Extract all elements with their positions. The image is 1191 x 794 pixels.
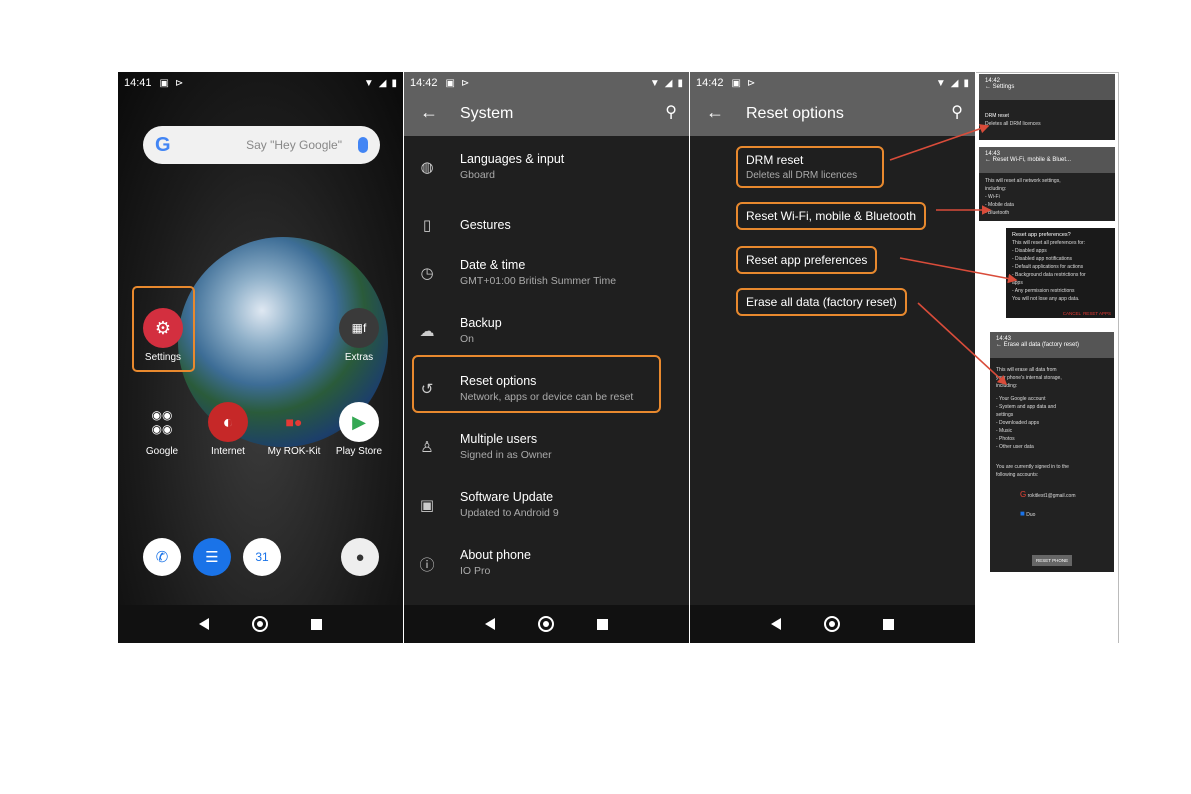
arrow-factory-reset (917, 302, 1008, 386)
arrow-app-prefs (899, 257, 1018, 284)
annotation-arrows (889, 124, 1018, 386)
arrow-drm (889, 124, 990, 161)
